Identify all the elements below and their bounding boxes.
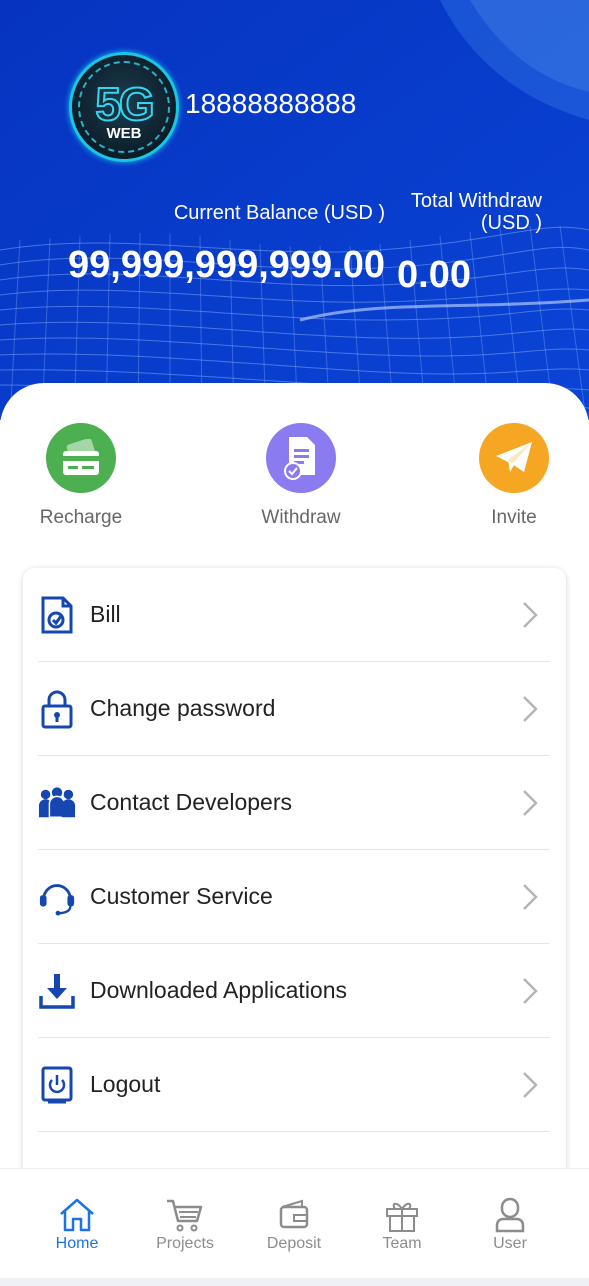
withdraw-button[interactable]: Withdraw	[241, 423, 361, 529]
invite-button[interactable]: Invite	[454, 423, 574, 529]
menu-item-bill-label: Bill	[90, 601, 121, 627]
people-icon	[38, 784, 76, 822]
chevron-right-icon	[523, 883, 538, 910]
menu-item-logout-label: Logout	[90, 1071, 161, 1097]
bottom-navigation: Home Projects Deposit Team User	[0, 1168, 589, 1278]
menu-item-change-password[interactable]: Change password	[38, 662, 550, 756]
lock-icon	[38, 690, 76, 728]
nav-projects[interactable]: Projects	[145, 1197, 225, 1253]
chevron-right-icon	[523, 977, 538, 1004]
total-withdraw-label-line2: (USD )	[480, 212, 542, 234]
user-phone-number: 18888888888	[185, 88, 357, 119]
download-icon	[38, 972, 76, 1010]
nav-home[interactable]: Home	[37, 1197, 117, 1253]
nav-deposit-label: Deposit	[266, 1235, 322, 1252]
cart-icon	[167, 1199, 203, 1232]
user-icon	[495, 1197, 525, 1233]
nav-user[interactable]: User	[470, 1197, 550, 1253]
main-content-card: Recharge Withdraw Invite Bill Change pas…	[0, 383, 589, 1188]
menu-item-logout[interactable]: Logout	[38, 1038, 550, 1132]
chevron-right-icon	[523, 601, 538, 628]
menu-item-downloaded-applications[interactable]: Downloaded Applications	[38, 944, 550, 1038]
nav-home-label: Home	[55, 1235, 99, 1252]
profile-header: 5G WEB 18888888888 Current Balance (USD …	[0, 0, 589, 420]
withdraw-label: Withdraw	[261, 507, 341, 528]
nav-team-label: Team	[382, 1235, 422, 1252]
menu-item-bill[interactable]: Bill	[38, 568, 550, 662]
avatar-logo-text: 5G	[94, 77, 155, 131]
avatar[interactable]: 5G WEB	[69, 52, 179, 162]
menu-item-contact-developers[interactable]: Contact Developers	[38, 756, 550, 850]
menu-item-customer-service[interactable]: Customer Service	[38, 850, 550, 944]
avatar-logo-subtext: WEB	[106, 125, 142, 142]
total-withdraw-value: 0.00	[397, 254, 471, 296]
total-withdraw-label: Total Withdraw (USD )	[382, 190, 542, 234]
menu-item-downloaded-applications-label: Downloaded Applications	[90, 977, 348, 1003]
total-withdraw-label-line1: Total Withdraw	[410, 190, 542, 212]
headset-icon	[38, 878, 76, 916]
nav-team[interactable]: Team	[362, 1197, 442, 1253]
paper-plane-icon	[479, 423, 549, 493]
menu-item-customer-service-label: Customer Service	[90, 883, 273, 909]
current-balance-value: 99,999,999,999.00	[68, 244, 385, 286]
chevron-right-icon	[523, 1071, 538, 1098]
power-icon	[38, 1066, 76, 1104]
menu-item-change-password-label: Change password	[90, 695, 276, 721]
nav-user-label: User	[493, 1235, 527, 1252]
bill-icon	[38, 596, 76, 634]
document-check-icon	[266, 423, 336, 493]
invite-label: Invite	[491, 507, 537, 528]
current-balance-label: Current Balance (USD )	[173, 202, 385, 224]
wallet-icon	[279, 1199, 309, 1229]
settings-menu: Bill Change password Contact Developers …	[23, 568, 566, 1188]
chevron-right-icon	[523, 789, 538, 816]
quick-actions: Recharge Withdraw Invite	[0, 423, 589, 533]
gift-icon	[386, 1202, 418, 1232]
home-icon	[60, 1198, 94, 1232]
nav-deposit[interactable]: Deposit	[254, 1197, 334, 1253]
recharge-label: Recharge	[39, 507, 123, 528]
menu-item-contact-developers-label: Contact Developers	[90, 789, 292, 815]
bottom-strip	[0, 1278, 589, 1286]
nav-projects-label: Projects	[156, 1235, 214, 1252]
chevron-right-icon	[523, 695, 538, 722]
recharge-button[interactable]: Recharge	[21, 423, 141, 529]
credit-card-icon	[46, 423, 116, 493]
